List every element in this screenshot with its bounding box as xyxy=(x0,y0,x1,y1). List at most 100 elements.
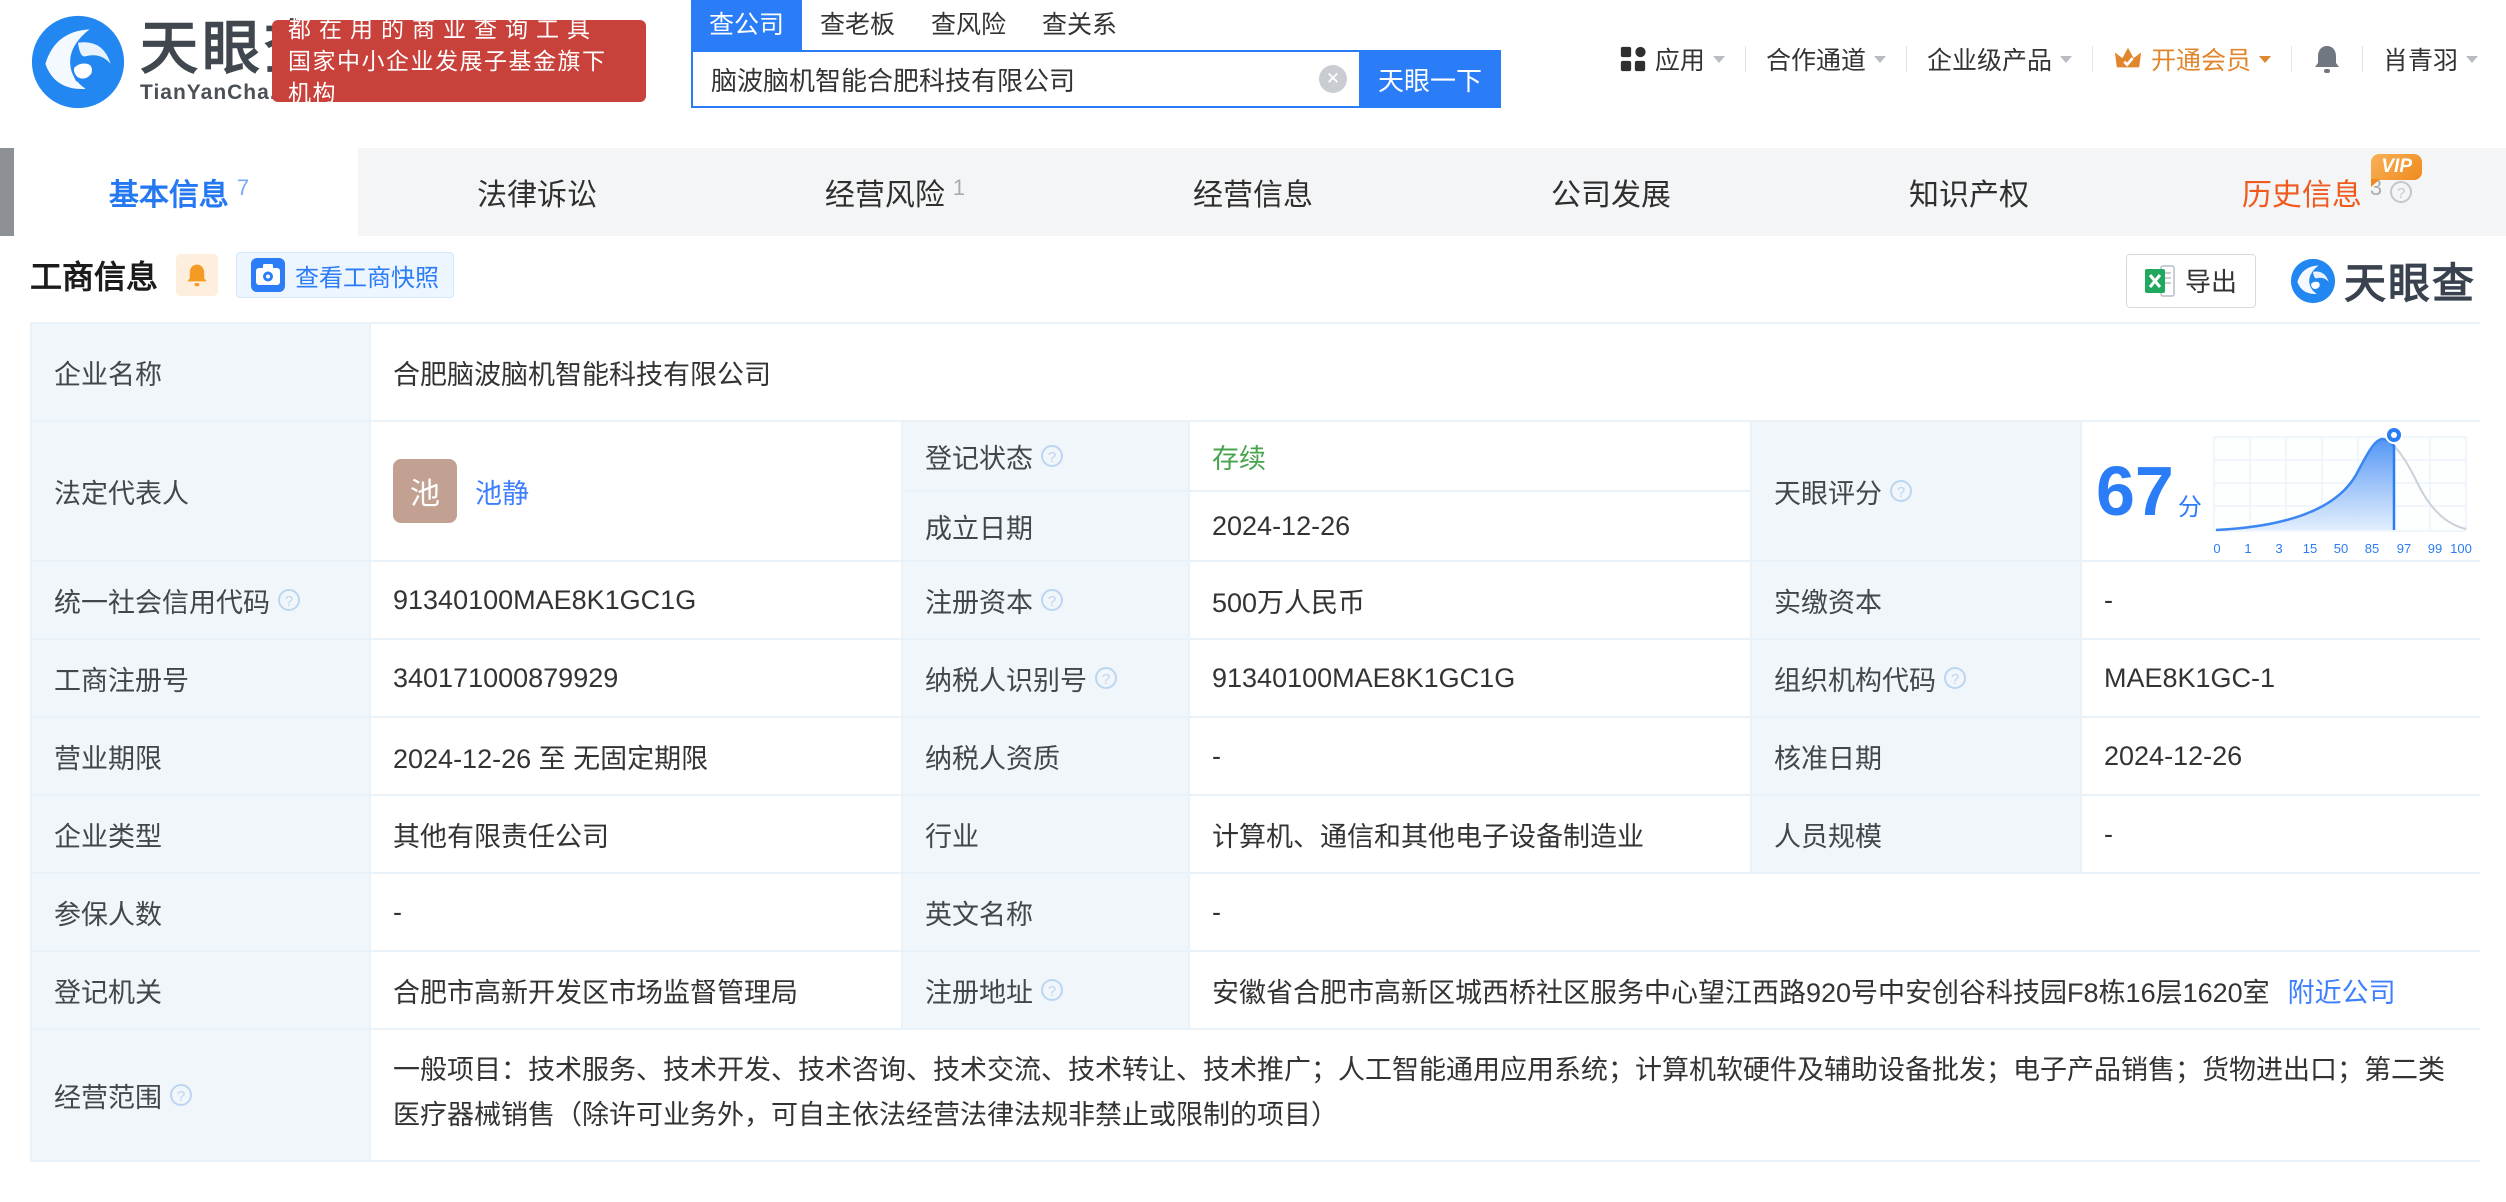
field-label: 人员规模 xyxy=(1752,796,2080,872)
help-icon[interactable] xyxy=(1041,589,1063,611)
help-icon[interactable] xyxy=(1890,480,1912,502)
taxpayer-qual-value: - xyxy=(1190,718,1750,794)
tab-company-development[interactable]: 公司发展 xyxy=(1432,148,1790,236)
value-text: 91340100MAE8K1GC1G xyxy=(393,584,697,615)
help-icon[interactable] xyxy=(2390,181,2413,203)
help-icon[interactable] xyxy=(1095,667,1117,689)
monitor-bell-button[interactable] xyxy=(176,254,219,296)
field-label: 组织机构代码 xyxy=(1752,640,2080,716)
banner-line1: 都在用的商业查询工具 xyxy=(288,16,598,42)
divider xyxy=(1744,46,1746,72)
avatar[interactable]: 池 xyxy=(393,459,457,523)
header-nav: 应用 合作通道 企业级产品 开通会员 肖青羽 xyxy=(1619,0,2478,118)
org-code-value: MAE8K1GC-1 xyxy=(2082,640,2488,716)
search-tabs: 查公司 查老板 查风险 查关系 xyxy=(691,0,1501,50)
nav-enterprise[interactable]: 企业级产品 xyxy=(1927,41,2072,77)
value-text: 340171000879929 xyxy=(393,662,619,693)
reg-capital-value: 500万人民币 xyxy=(1190,562,1750,638)
tab-count: 7 xyxy=(236,175,250,200)
search-tab-boss[interactable]: 查老板 xyxy=(802,0,913,50)
field-label: 登记状态 xyxy=(903,422,1188,490)
camera-icon xyxy=(251,258,286,292)
help-icon[interactable] xyxy=(1041,445,1063,467)
tab-operation-info[interactable]: 经营信息 xyxy=(1074,148,1432,236)
search-tab-risk[interactable]: 查风险 xyxy=(913,0,1024,50)
score-axis-label: 15 xyxy=(2303,541,2317,556)
score-value: 67 xyxy=(2096,452,2174,530)
nav-apps[interactable]: 应用 xyxy=(1619,41,1725,77)
reg-status-value: 存续 xyxy=(1190,422,1750,490)
score-axis-label: 97 xyxy=(2397,541,2411,556)
divider xyxy=(2361,46,2363,72)
value-text: 2024-12-26 xyxy=(2104,740,2243,771)
tab-operation-risk[interactable]: 经营风险 1 xyxy=(716,148,1074,236)
status-text: 存续 xyxy=(1212,443,1266,474)
company-tabbar: 基本信息 7 法律诉讼 经营风险 1 经营信息 公司发展 知识产权 VIP 历史… xyxy=(0,148,2506,236)
tab-legal-litigation[interactable]: 法律诉讼 xyxy=(358,148,716,236)
divider xyxy=(1905,46,1907,72)
clear-search-icon[interactable] xyxy=(1319,65,1347,93)
window-edge xyxy=(0,148,14,236)
chevron-down-icon xyxy=(2059,55,2072,63)
bell-icon xyxy=(187,264,207,287)
user-menu[interactable]: 肖青羽 xyxy=(2383,41,2478,77)
notification-bell[interactable] xyxy=(2312,43,2342,75)
label-text: 企业类型 xyxy=(54,821,162,852)
search-area: 查公司 查老板 查风险 查关系 天眼一下 xyxy=(691,0,1501,108)
value-text: 合肥市高新开发区市场监督管理局 xyxy=(393,977,798,1008)
score-unit: 分 xyxy=(2177,493,2202,521)
banner-line2: 国家中小企业发展子基金旗下机构 xyxy=(288,48,607,106)
nav-cooperation[interactable]: 合作通道 xyxy=(1766,41,1886,77)
value-text: 一般项目：技术服务、技术开发、技术咨询、技术交流、技术转让、技术推广；人工智能通… xyxy=(393,1055,2445,1130)
search-input[interactable] xyxy=(709,62,1293,96)
label-text: 工商注册号 xyxy=(54,665,189,696)
label-text: 天眼评分 xyxy=(1774,478,1882,509)
watermark-text: 天眼查 xyxy=(2343,260,2476,307)
label-text: 组织机构代码 xyxy=(1774,665,1936,696)
tab-label: 历史信息 xyxy=(2241,179,2362,212)
help-icon[interactable] xyxy=(1944,667,1966,689)
search-tab-relation[interactable]: 查关系 xyxy=(1024,0,1135,50)
legal-rep-link[interactable]: 池静 xyxy=(475,472,529,511)
label-text: 实缴资本 xyxy=(1774,587,1882,618)
taxpayer-id-value: 91340100MAE8K1GC1G xyxy=(1190,640,1750,716)
field-label: 工商注册号 xyxy=(32,640,369,716)
label-text: 法定代表人 xyxy=(54,478,189,509)
legal-rep-value: 池 池静 xyxy=(371,422,901,560)
tab-basic-info[interactable]: 基本信息 7 xyxy=(0,148,358,236)
chevron-down-icon xyxy=(1712,55,1725,63)
tab-intellectual-property[interactable]: 知识产权 xyxy=(1790,148,2148,236)
help-icon[interactable] xyxy=(1041,979,1063,1001)
nav-open-vip[interactable]: 开通会员 xyxy=(2113,41,2271,77)
tab-label: 知识产权 xyxy=(1909,179,2029,212)
tab-history-info[interactable]: VIP 历史信息 3 xyxy=(2148,148,2506,236)
score-axis-label: 1 xyxy=(2244,541,2251,556)
tab-label: 公司发展 xyxy=(1551,179,1671,212)
snapshot-button[interactable]: 查看工商快照 xyxy=(236,252,455,298)
top-header: 天眼查 TianYanCha.com 都在用的商业查询工具 国家中小企业发展子基… xyxy=(0,0,2506,148)
search-tab-company[interactable]: 查公司 xyxy=(691,0,803,50)
credit-code-value: 91340100MAE8K1GC1G xyxy=(371,562,901,638)
tianyan-score-cell[interactable]: 67 分 0 1 3 15 50 85 97 99 100 xyxy=(2082,422,2488,560)
label-text: 人员规模 xyxy=(1774,821,1882,852)
approval-date-value: 2024-12-26 xyxy=(2082,718,2488,794)
help-icon[interactable] xyxy=(170,1084,192,1106)
export-button[interactable]: 导出 xyxy=(2125,253,2256,308)
business-scope-value: 一般项目：技术服务、技术开发、技术咨询、技术交流、技术转让、技术推广；人工智能通… xyxy=(371,1030,2488,1160)
search-button[interactable]: 天眼一下 xyxy=(1359,50,1501,108)
nearby-companies-link[interactable]: 附近公司 xyxy=(2288,971,2396,1010)
business-info-table: 企业名称 合肥脑波脑机智能科技有限公司 法定代表人 池 池静 登记状态 存续 成… xyxy=(30,322,2488,1162)
value-text: - xyxy=(1212,896,1221,927)
value-text: - xyxy=(2104,818,2113,849)
establish-date-value: 2024-12-26 xyxy=(1190,492,1750,560)
nav-apps-label: 应用 xyxy=(1654,47,1705,75)
nav-cooperation-label: 合作通道 xyxy=(1765,47,1866,75)
tab-label: 经营信息 xyxy=(1193,179,1313,212)
english-name-value: - xyxy=(1190,874,2488,950)
score-axis-label: 3 xyxy=(2275,541,2282,556)
field-label: 营业期限 xyxy=(32,718,369,794)
section-title: 工商信息 xyxy=(30,259,159,295)
help-icon[interactable] xyxy=(278,589,300,611)
field-label: 法定代表人 xyxy=(32,422,369,560)
value-text: MAE8K1GC-1 xyxy=(2104,662,2276,693)
